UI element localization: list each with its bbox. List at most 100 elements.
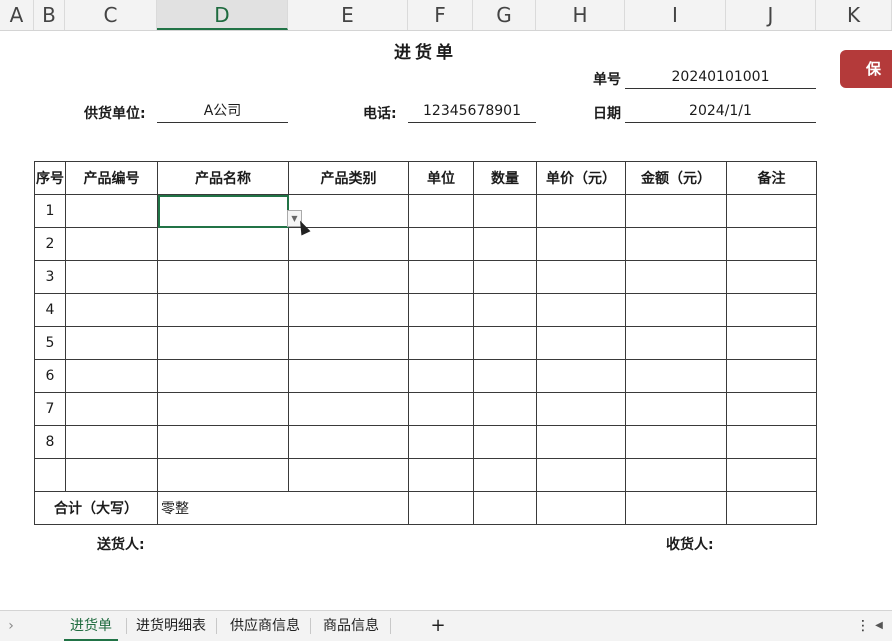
row-number-cell[interactable]	[34, 458, 66, 492]
table-cell[interactable]	[288, 293, 409, 327]
row-number-cell[interactable]: 8	[34, 425, 66, 459]
table-cell[interactable]	[408, 326, 474, 360]
table-cell[interactable]	[408, 392, 474, 426]
header-cell[interactable]: 产品名称	[157, 161, 289, 195]
total-label[interactable]: 合计（大写）	[34, 491, 158, 525]
table-cell[interactable]	[726, 260, 817, 294]
tab-supplier-info[interactable]: 供应商信息	[225, 611, 305, 641]
supplier-value[interactable]: A公司	[157, 100, 288, 123]
table-cell[interactable]	[157, 260, 289, 294]
table-cell[interactable]	[625, 293, 727, 327]
table-cell[interactable]	[473, 491, 537, 525]
table-cell[interactable]	[473, 425, 537, 459]
header-cell[interactable]: 单位	[408, 161, 474, 195]
table-cell[interactable]	[625, 194, 727, 228]
column-header-j[interactable]: J	[726, 0, 816, 30]
table-cell[interactable]	[536, 227, 626, 261]
table-cell[interactable]	[473, 293, 537, 327]
table-cell[interactable]	[408, 458, 474, 492]
table-cell[interactable]	[726, 293, 817, 327]
table-cell[interactable]	[536, 392, 626, 426]
table-cell[interactable]	[288, 392, 409, 426]
table-cell[interactable]	[473, 227, 537, 261]
header-cell[interactable]: 数量	[473, 161, 537, 195]
column-header-g[interactable]: G	[473, 0, 536, 30]
sheet-title[interactable]: 进货单	[288, 38, 563, 63]
column-header-d[interactable]: D	[157, 0, 288, 30]
table-cell[interactable]	[536, 359, 626, 393]
table-cell[interactable]	[408, 425, 474, 459]
table-cell[interactable]	[625, 425, 727, 459]
table-cell[interactable]	[65, 458, 158, 492]
table-cell[interactable]	[536, 194, 626, 228]
row-number-cell[interactable]: 6	[34, 359, 66, 393]
table-cell[interactable]	[157, 425, 289, 459]
scroll-left-icon[interactable]: ◀	[872, 611, 886, 641]
table-cell[interactable]	[408, 359, 474, 393]
table-cell[interactable]	[536, 458, 626, 492]
table-cell[interactable]	[726, 227, 817, 261]
table-cell[interactable]	[625, 392, 727, 426]
table-cell[interactable]	[726, 194, 817, 228]
table-cell[interactable]	[726, 491, 817, 525]
date-value[interactable]: 2024/1/1	[625, 100, 816, 123]
table-cell[interactable]	[65, 293, 158, 327]
table-cell[interactable]	[408, 227, 474, 261]
table-cell[interactable]	[408, 491, 474, 525]
header-cell[interactable]: 单价（元）	[536, 161, 626, 195]
row-number-cell[interactable]: 7	[34, 392, 66, 426]
table-cell[interactable]	[726, 425, 817, 459]
tab-product-info[interactable]: 商品信息	[318, 611, 384, 641]
table-cell[interactable]	[625, 260, 727, 294]
header-cell[interactable]: 产品类别	[288, 161, 409, 195]
table-cell[interactable]	[473, 458, 537, 492]
table-cell[interactable]	[408, 194, 474, 228]
header-cell[interactable]: 备注	[726, 161, 817, 195]
table-cell[interactable]	[625, 491, 727, 525]
row-number-cell[interactable]: 1	[34, 194, 66, 228]
table-cell[interactable]	[65, 260, 158, 294]
tab-purchase-detail[interactable]: 进货明细表	[132, 611, 210, 641]
row-number-cell[interactable]: 2	[34, 227, 66, 261]
column-header-b[interactable]: B	[34, 0, 65, 30]
table-cell[interactable]	[65, 194, 158, 228]
add-sheet-button[interactable]: +	[428, 611, 448, 641]
save-button[interactable]: 保	[840, 50, 892, 88]
table-cell[interactable]	[288, 458, 409, 492]
table-cell[interactable]	[65, 359, 158, 393]
date-label[interactable]: 日期	[593, 103, 621, 123]
table-cell[interactable]	[625, 359, 727, 393]
table-cell[interactable]	[157, 458, 289, 492]
header-cell[interactable]: 金额（元）	[625, 161, 727, 195]
table-cell[interactable]	[536, 425, 626, 459]
table-cell[interactable]	[288, 359, 409, 393]
column-header-a[interactable]: A	[0, 0, 34, 30]
table-cell[interactable]	[473, 359, 537, 393]
table-cell[interactable]	[473, 260, 537, 294]
table-cell[interactable]	[536, 491, 626, 525]
column-header-e[interactable]: E	[288, 0, 408, 30]
table-cell[interactable]	[288, 326, 409, 360]
table-cell[interactable]	[157, 326, 289, 360]
selected-cell[interactable]: ▼	[157, 194, 302, 228]
row-number-cell[interactable]: 4	[34, 293, 66, 327]
header-cell[interactable]: 序号	[34, 161, 66, 195]
order-no-value[interactable]: 20240101001	[625, 66, 816, 89]
table-cell[interactable]	[157, 227, 289, 261]
table-cell[interactable]	[65, 227, 158, 261]
table-cell[interactable]	[65, 392, 158, 426]
table-cell[interactable]	[625, 326, 727, 360]
table-cell[interactable]	[536, 260, 626, 294]
table-cell[interactable]	[288, 425, 409, 459]
table-cell[interactable]	[473, 392, 537, 426]
table-cell[interactable]	[625, 227, 727, 261]
table-cell[interactable]	[408, 293, 474, 327]
table-cell[interactable]	[726, 458, 817, 492]
column-header-f[interactable]: F	[408, 0, 473, 30]
table-cell[interactable]	[726, 326, 817, 360]
table-cell[interactable]	[408, 260, 474, 294]
table-cell[interactable]	[536, 326, 626, 360]
table-cell[interactable]	[726, 392, 817, 426]
tab-purchase-order[interactable]: 进货单	[64, 611, 118, 641]
deliverer-label[interactable]: 送货人:	[97, 534, 145, 554]
